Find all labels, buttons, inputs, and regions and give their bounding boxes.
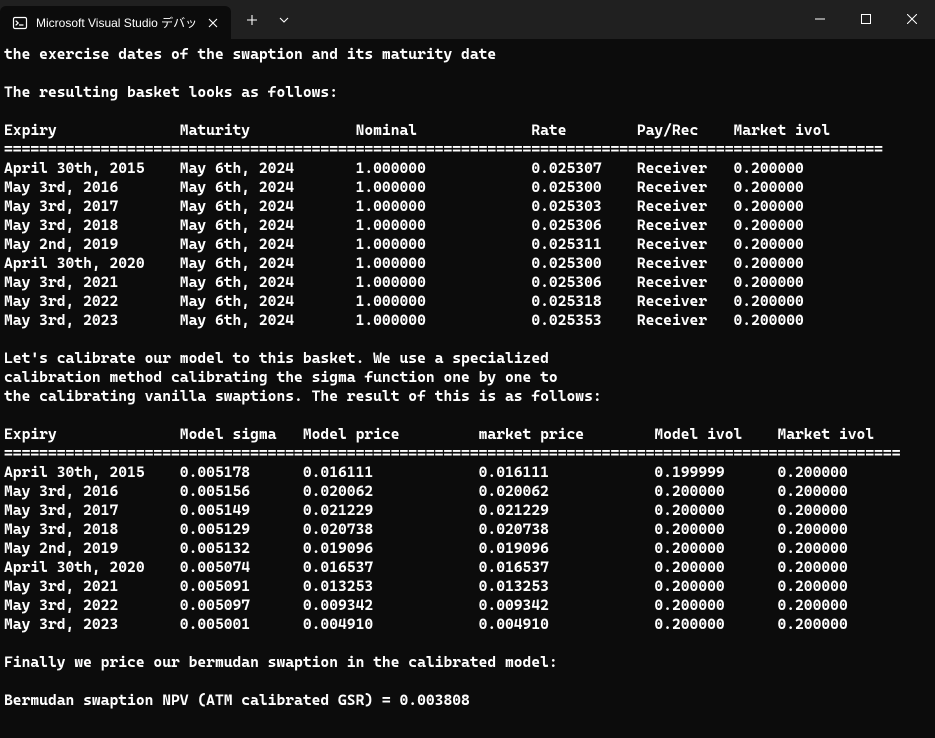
tab-close-button[interactable] bbox=[205, 15, 221, 31]
minimize-button[interactable] bbox=[797, 3, 843, 35]
table-row: April 30th, 2015 0.005178 0.016111 0.016… bbox=[4, 463, 848, 481]
table-separator: ========================================… bbox=[4, 444, 900, 462]
tab-dropdown-button[interactable] bbox=[269, 5, 299, 35]
table-row: April 30th, 2020 0.005074 0.016537 0.016… bbox=[4, 558, 848, 576]
output-line: The resulting basket looks as follows: bbox=[4, 83, 338, 101]
tab-actions bbox=[231, 0, 299, 39]
tab-area: Microsoft Visual Studio デバッ bbox=[0, 0, 299, 39]
output-line: Let's calibrate our model to this basket… bbox=[4, 349, 549, 367]
output-line: the exercise dates of the swaption and i… bbox=[4, 45, 496, 63]
table-row: May 3rd, 2023 May 6th, 2024 1.000000 0.0… bbox=[4, 311, 804, 329]
table-header: Expiry Model sigma Model price market pr… bbox=[4, 425, 874, 443]
output-line: Finally we price our bermudan swaption i… bbox=[4, 653, 558, 671]
terminal-icon bbox=[12, 15, 28, 31]
window-close-button[interactable] bbox=[889, 3, 935, 35]
active-tab[interactable]: Microsoft Visual Studio デバッ bbox=[0, 6, 231, 39]
window-controls bbox=[797, 0, 935, 39]
table-separator: ========================================… bbox=[4, 140, 883, 158]
table-row: May 3rd, 2017 0.005149 0.021229 0.021229… bbox=[4, 501, 848, 519]
table-row: May 2nd, 2019 0.005132 0.019096 0.019096… bbox=[4, 539, 848, 557]
terminal-output[interactable]: the exercise dates of the swaption and i… bbox=[0, 39, 935, 738]
new-tab-button[interactable] bbox=[237, 5, 267, 35]
output-line: Bermudan swaption NPV (ATM calibrated GS… bbox=[4, 691, 470, 709]
table-row: May 3rd, 2022 May 6th, 2024 1.000000 0.0… bbox=[4, 292, 804, 310]
output-line: calibration method calibrating the sigma… bbox=[4, 368, 558, 386]
table-row: May 3rd, 2021 May 6th, 2024 1.000000 0.0… bbox=[4, 273, 804, 291]
table-header: Expiry Maturity Nominal Rate Pay/Rec Mar… bbox=[4, 121, 830, 139]
table-row: April 30th, 2015 May 6th, 2024 1.000000 … bbox=[4, 159, 804, 177]
table-row: May 2nd, 2019 May 6th, 2024 1.000000 0.0… bbox=[4, 235, 804, 253]
table-row: May 3rd, 2018 May 6th, 2024 1.000000 0.0… bbox=[4, 216, 804, 234]
table-row: May 3rd, 2016 May 6th, 2024 1.000000 0.0… bbox=[4, 178, 804, 196]
table-row: May 3rd, 2022 0.005097 0.009342 0.009342… bbox=[4, 596, 848, 614]
table-row: May 3rd, 2018 0.005129 0.020738 0.020738… bbox=[4, 520, 848, 538]
table-row: April 30th, 2020 May 6th, 2024 1.000000 … bbox=[4, 254, 804, 272]
maximize-button[interactable] bbox=[843, 3, 889, 35]
table-row: May 3rd, 2021 0.005091 0.013253 0.013253… bbox=[4, 577, 848, 595]
output-line: the calibrating vanilla swaptions. The r… bbox=[4, 387, 602, 405]
tab-title: Microsoft Visual Studio デバッ bbox=[36, 14, 197, 31]
table-row: May 3rd, 2016 0.005156 0.020062 0.020062… bbox=[4, 482, 848, 500]
table-row: May 3rd, 2023 0.005001 0.004910 0.004910… bbox=[4, 615, 848, 633]
titlebar: Microsoft Visual Studio デバッ bbox=[0, 0, 935, 39]
table-row: May 3rd, 2017 May 6th, 2024 1.000000 0.0… bbox=[4, 197, 804, 215]
